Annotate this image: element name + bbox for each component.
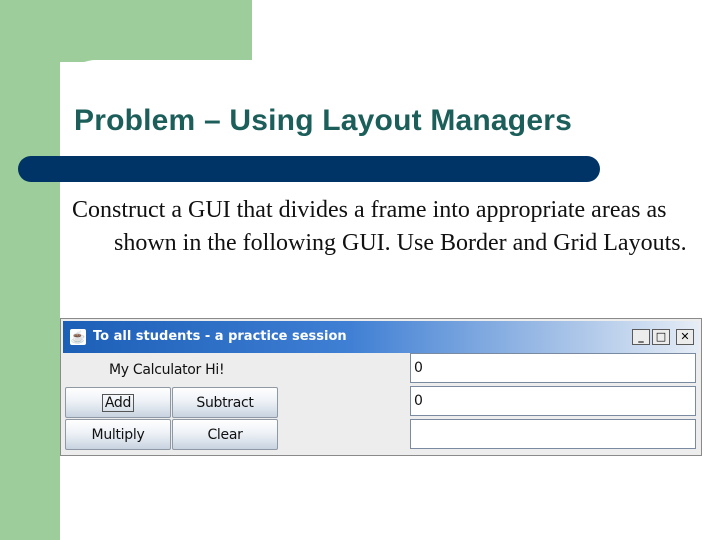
add-button-label: Add	[101, 393, 135, 412]
result-field[interactable]	[410, 419, 696, 449]
minimize-button[interactable]: _	[632, 329, 650, 345]
green-top-band	[0, 0, 252, 62]
java-calculator-window: ☕ To all students - a practice session _…	[60, 318, 702, 456]
window-titlebar[interactable]: ☕ To all students - a practice session _…	[63, 321, 699, 353]
minimize-icon: _	[638, 330, 644, 343]
clear-button[interactable]: Clear	[172, 419, 278, 450]
multiply-button[interactable]: Multiply	[65, 419, 171, 450]
window-title: To all students - a practice session	[93, 329, 347, 344]
slide-body-text: Construct a GUI that divides a frame int…	[72, 197, 687, 256]
calculator-label: My Calculator Hi!	[109, 362, 225, 378]
close-button[interactable]: ✕	[676, 329, 694, 345]
green-left-band	[0, 0, 60, 540]
subtract-button[interactable]: Subtract	[172, 387, 278, 418]
maximize-button[interactable]: □	[652, 329, 670, 345]
maximize-icon: □	[655, 330, 667, 343]
title-underline-bar	[18, 156, 600, 182]
add-button[interactable]: Add	[65, 387, 171, 418]
java-coffee-icon: ☕	[70, 329, 86, 345]
second-number-field[interactable]	[410, 386, 696, 416]
close-icon: ✕	[680, 330, 690, 343]
slide-title: Problem – Using Layout Managers	[74, 104, 572, 137]
first-number-field[interactable]	[410, 353, 696, 383]
